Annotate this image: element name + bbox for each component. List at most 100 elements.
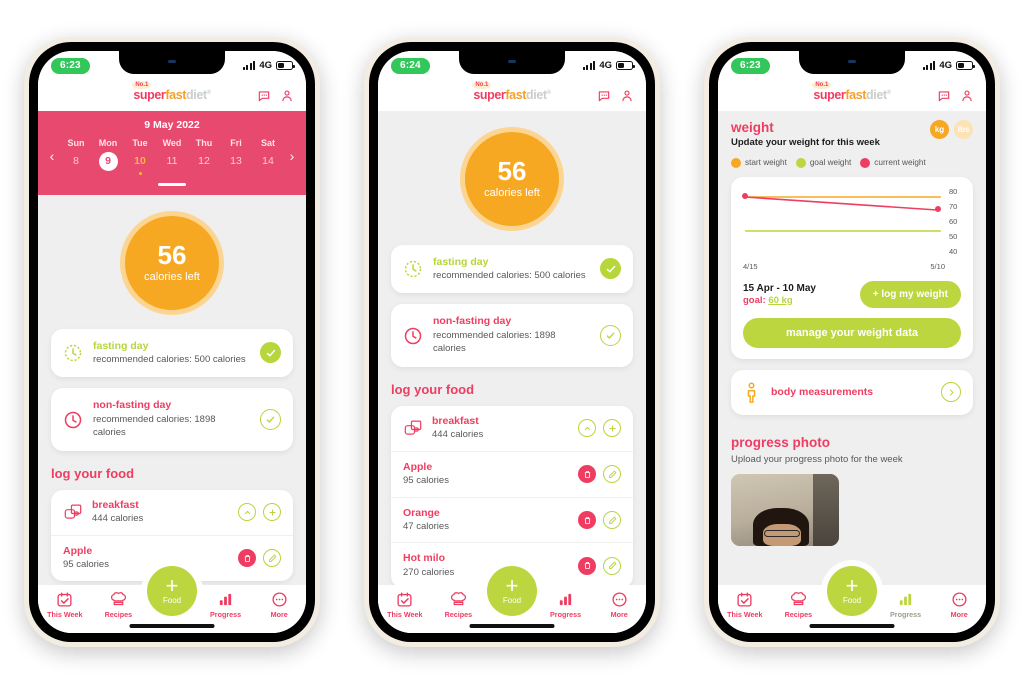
food-fab-button[interactable]: + Food bbox=[487, 565, 537, 616]
food-fab-button[interactable]: + Food bbox=[827, 565, 877, 616]
non-fasting-day-title: non-fasting day bbox=[433, 315, 512, 328]
log-my-weight-button[interactable]: + log my weight bbox=[859, 280, 961, 308]
tab-this-week[interactable]: This Week bbox=[38, 591, 92, 619]
calendar-drag-handle[interactable] bbox=[158, 182, 186, 186]
notch-camera-icon bbox=[508, 59, 516, 63]
body-measurements-label: body measurements bbox=[771, 386, 874, 399]
food-calories: 47 calories bbox=[403, 521, 449, 533]
phone-2-screen: 6:24 4G No.1 superfastdiet® 56 calories … bbox=[378, 50, 646, 633]
calendar-strip: 9 May 2022 ‹ Sun 8 Mon 9 Tue 10 Wed 11 Thu 12… bbox=[38, 110, 306, 195]
manage-weight-data-button[interactable]: manage your weight data bbox=[743, 317, 961, 348]
legend-label: start weight bbox=[745, 158, 787, 168]
calendar-day[interactable]: Thu 12 bbox=[188, 138, 220, 175]
tab-recipes[interactable]: Recipes bbox=[772, 591, 826, 619]
legend-dot bbox=[731, 157, 741, 168]
chef-hat-icon bbox=[790, 591, 806, 605]
food-item-row[interactable]: Apple 95 calories bbox=[391, 450, 633, 497]
non-fasting-day-card[interactable]: non-fasting day recommended calories: 18… bbox=[51, 388, 293, 451]
tab-recipes[interactable]: Recipes bbox=[92, 591, 146, 619]
non-fasting-day-check-icon[interactable] bbox=[600, 325, 621, 347]
fasting-day-card[interactable]: fasting day recommended calories: 500 ca… bbox=[51, 328, 293, 378]
collapse-chevron-icon[interactable] bbox=[578, 419, 596, 438]
food-row-actions bbox=[238, 503, 281, 522]
fab-plus-icon: + bbox=[165, 572, 179, 598]
add-food-icon[interactable] bbox=[603, 419, 621, 438]
chevron-right-icon[interactable] bbox=[941, 382, 961, 403]
day-number-selected: 9 bbox=[98, 151, 118, 171]
tab-label: This Week bbox=[387, 609, 423, 619]
profile-icon[interactable] bbox=[280, 89, 294, 103]
day-dot bbox=[203, 172, 206, 175]
tab-progress[interactable]: Progress bbox=[879, 591, 933, 619]
screenshot-stage: 6:23 4G No.1 superfastdiet® 9 May 2022 ‹… bbox=[0, 0, 1024, 683]
chat-icon[interactable] bbox=[597, 89, 611, 103]
day-dot bbox=[267, 172, 270, 175]
unit-kg-button[interactable]: kg bbox=[930, 119, 949, 139]
tab-this-week[interactable]: This Week bbox=[718, 591, 772, 619]
tab-more[interactable]: More bbox=[932, 591, 986, 619]
phone-3-content: weight Update your weight for this week … bbox=[718, 110, 986, 633]
day-number-today: 10 bbox=[134, 154, 146, 167]
delete-food-icon[interactable] bbox=[578, 511, 596, 530]
calories-left-ring[interactable]: 56 calories left bbox=[460, 126, 564, 231]
y-tick: 40 bbox=[949, 247, 958, 257]
unit-lbs-button[interactable]: lbs bbox=[954, 119, 973, 139]
fasting-day-check-icon[interactable] bbox=[600, 258, 621, 280]
tab-label: Progress bbox=[209, 609, 242, 619]
food-fab-button[interactable]: + Food bbox=[147, 565, 197, 616]
edit-food-icon[interactable] bbox=[603, 511, 621, 530]
calendar-day[interactable]: Sun 8 bbox=[60, 138, 92, 175]
tab-more[interactable]: More bbox=[252, 591, 306, 619]
calendar-day[interactable]: Wed 11 bbox=[156, 138, 188, 175]
header-actions bbox=[257, 89, 294, 103]
tab-progress[interactable]: Progress bbox=[539, 591, 593, 619]
tab-more[interactable]: More bbox=[592, 591, 646, 619]
delete-food-icon[interactable] bbox=[238, 549, 256, 568]
edit-food-icon[interactable] bbox=[603, 465, 621, 484]
calendar-day[interactable]: Mon 9 bbox=[92, 138, 124, 175]
weight-chart-card: 80 70 60 50 40 4/15 5/10 15 Apr - 10 May… bbox=[731, 176, 973, 359]
food-name: Orange bbox=[403, 506, 440, 519]
collapse-chevron-icon[interactable] bbox=[238, 503, 256, 522]
tab-recipes[interactable]: Recipes bbox=[432, 591, 486, 619]
calendar-day[interactable]: Fri 13 bbox=[220, 138, 252, 175]
fasting-day-card[interactable]: fasting day recommended calories: 500 ca… bbox=[391, 244, 633, 294]
calories-left-ring[interactable]: 56 calories left bbox=[120, 210, 224, 315]
day-number: 13 bbox=[230, 154, 242, 167]
calendar-day[interactable]: Sat 14 bbox=[252, 138, 284, 175]
tab-this-week[interactable]: This Week bbox=[378, 591, 432, 619]
non-fasting-day-card[interactable]: non-fasting day recommended calories: 18… bbox=[391, 304, 633, 367]
food-row-actions bbox=[578, 511, 621, 530]
calendar-next-button[interactable]: › bbox=[284, 148, 300, 164]
non-fasting-day-check-icon[interactable] bbox=[260, 409, 281, 431]
x-tick: 4/15 bbox=[743, 261, 758, 271]
profile-icon[interactable] bbox=[960, 89, 974, 103]
tab-progress[interactable]: Progress bbox=[199, 591, 253, 619]
fasting-day-sub: recommended calories: 500 calories bbox=[93, 354, 246, 366]
clock-icon bbox=[404, 327, 422, 344]
food-meal-row[interactable]: breakfast 444 calories bbox=[51, 490, 293, 535]
add-food-icon[interactable] bbox=[263, 503, 281, 522]
chat-icon[interactable] bbox=[937, 89, 951, 103]
home-indicator bbox=[129, 624, 215, 628]
chat-icon[interactable] bbox=[257, 89, 271, 103]
fasting-day-check-icon[interactable] bbox=[260, 342, 281, 364]
food-item-row[interactable]: Orange 47 calories bbox=[391, 496, 633, 543]
food-meal-row[interactable]: breakfast 444 calories bbox=[391, 406, 633, 451]
edit-food-icon[interactable] bbox=[603, 556, 621, 575]
network-label: 4G bbox=[939, 60, 952, 71]
tab-label: More bbox=[950, 609, 968, 619]
calendar-prev-button[interactable]: ‹ bbox=[44, 148, 60, 164]
signal-bars-icon bbox=[582, 61, 596, 70]
calendar-day[interactable]: Tue 10 bbox=[124, 138, 156, 175]
edit-food-icon[interactable] bbox=[263, 549, 281, 568]
profile-icon[interactable] bbox=[620, 89, 634, 103]
progress-photo-thumbnail[interactable] bbox=[731, 474, 839, 547]
delete-food-icon[interactable] bbox=[578, 556, 596, 575]
food-row-actions bbox=[578, 556, 621, 575]
day-dot bbox=[75, 172, 78, 175]
goal-value[interactable]: 60 kg bbox=[768, 295, 792, 306]
delete-food-icon[interactable] bbox=[578, 465, 596, 484]
day-number: 8 bbox=[73, 154, 79, 167]
body-measurements-card[interactable]: body measurements bbox=[731, 369, 973, 415]
